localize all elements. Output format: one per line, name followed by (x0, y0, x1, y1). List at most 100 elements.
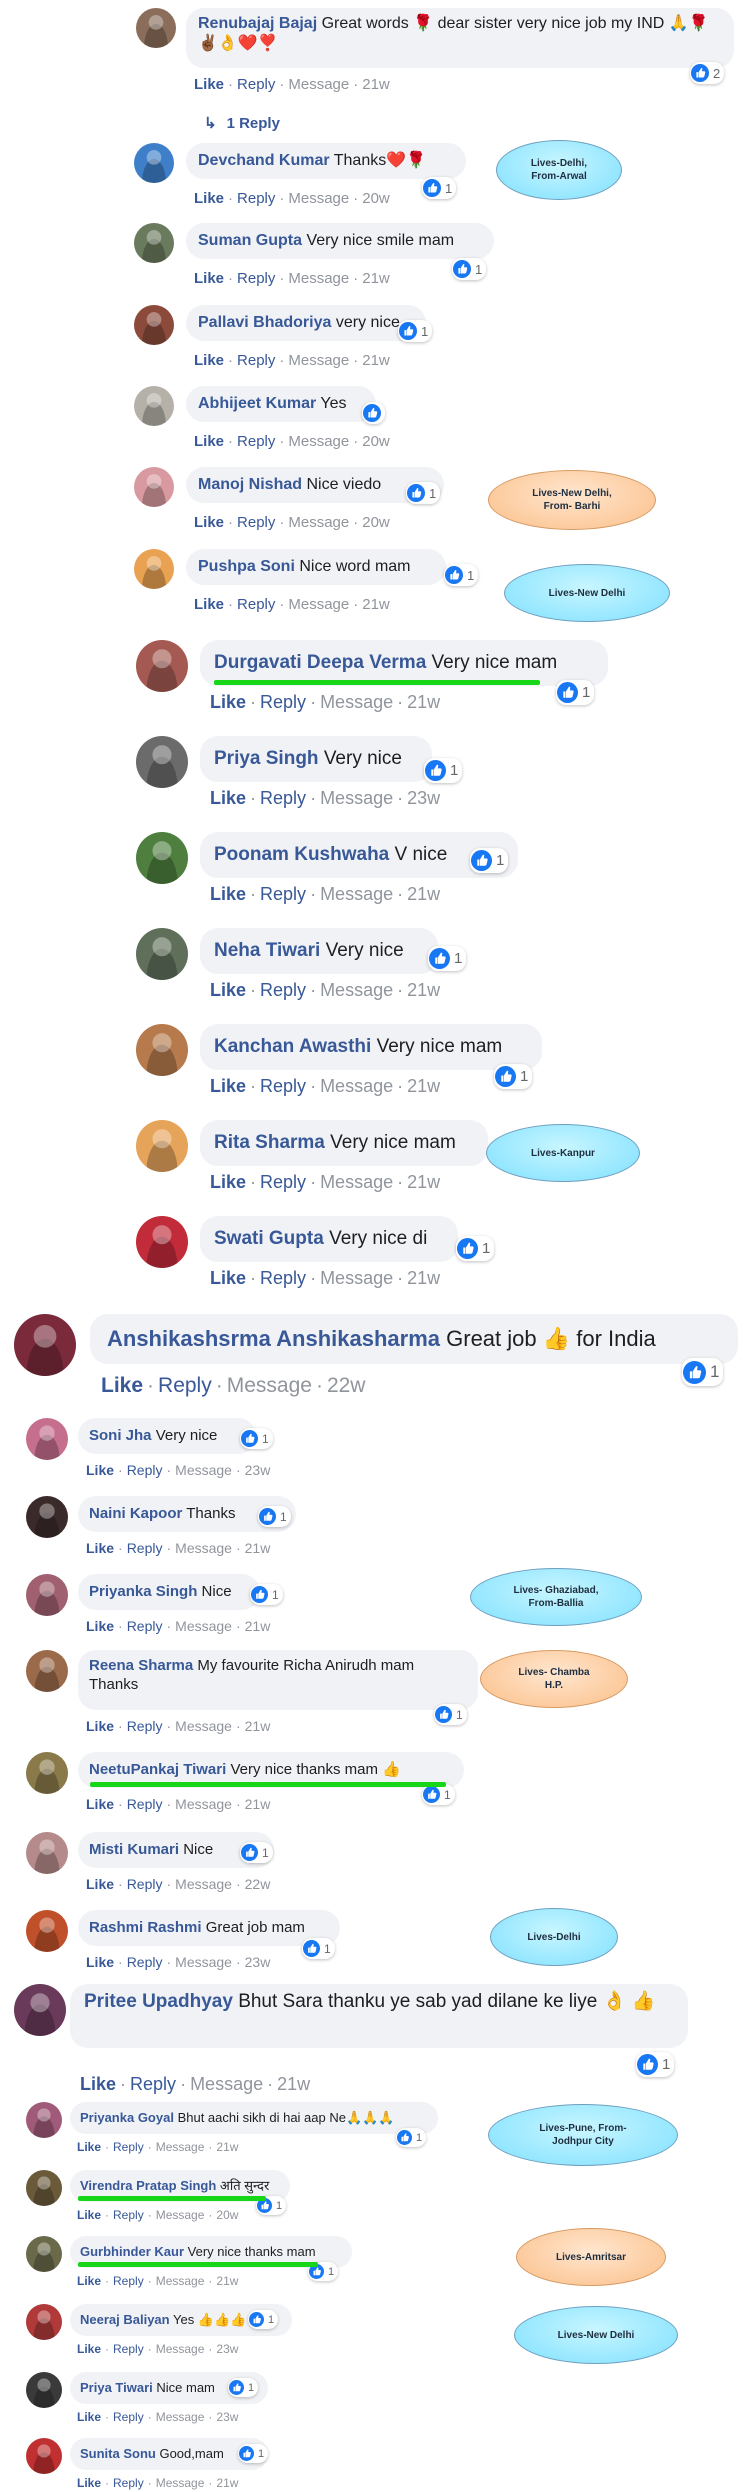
like-link[interactable]: Like (77, 2208, 101, 2222)
commenter-name[interactable]: Poonam Kushwaha (214, 844, 389, 865)
message-link[interactable]: Message (320, 884, 393, 904)
message-link[interactable]: Message (175, 1540, 232, 1556)
commenter-name[interactable]: Priya Tiwari (80, 2380, 153, 2395)
like-link[interactable]: Like (194, 514, 224, 531)
avatar[interactable] (26, 2102, 62, 2138)
reply-link[interactable]: Reply (237, 190, 275, 207)
like-link[interactable]: Like (86, 1718, 114, 1734)
avatar[interactable] (26, 2438, 62, 2474)
commenter-name[interactable]: Rashmi Rashmi (89, 1919, 202, 1936)
like-link[interactable]: Like (194, 190, 224, 207)
reply-link[interactable]: Reply (260, 692, 306, 712)
avatar[interactable] (26, 2304, 62, 2340)
like-link[interactable]: Like (210, 692, 246, 712)
commenter-name[interactable]: Rita Sharma (214, 1132, 325, 1153)
reply-link[interactable]: Reply (127, 1876, 163, 1892)
reaction-count[interactable]: 1 (228, 2378, 259, 2397)
avatar[interactable] (134, 386, 174, 426)
message-link[interactable]: Message (288, 514, 349, 531)
reply-link[interactable]: Reply (237, 433, 275, 450)
reply-link[interactable]: Reply (237, 76, 275, 93)
avatar[interactable] (14, 1984, 66, 2036)
message-link[interactable]: Message (156, 2140, 205, 2154)
message-link[interactable]: Message (320, 980, 393, 1000)
commenter-name[interactable]: Sunita Sonu (80, 2446, 156, 2461)
message-link[interactable]: Message (175, 1462, 232, 1478)
commenter-name[interactable]: Gurbhinder Kaur (80, 2244, 184, 2259)
like-link[interactable]: Like (101, 1374, 143, 1397)
message-link[interactable]: Message (288, 76, 349, 93)
commenter-name[interactable]: Durgavati Deepa Verma (214, 652, 426, 673)
commenter-name[interactable]: Pushpa Soni (198, 558, 295, 575)
commenter-name[interactable]: Manoj Nishad (198, 476, 302, 493)
like-link[interactable]: Like (77, 2342, 101, 2356)
reaction-count[interactable]: 1 (444, 564, 479, 586)
message-link[interactable]: Message (320, 1268, 393, 1288)
reply-link[interactable]: Reply (113, 2342, 144, 2356)
reaction-count[interactable]: 1 (238, 2444, 269, 2463)
reaction-count[interactable]: 1 (422, 177, 457, 199)
avatar[interactable] (134, 223, 174, 263)
like-link[interactable]: Like (194, 352, 224, 369)
reaction-count[interactable]: 1 (636, 2052, 675, 2077)
like-link[interactable]: Like (86, 1462, 114, 1478)
avatar[interactable] (26, 1418, 68, 1460)
avatar[interactable] (26, 1574, 68, 1616)
commenter-name[interactable]: Priyanka Singh (89, 1583, 197, 1600)
reaction-count[interactable]: 1 (396, 2128, 427, 2147)
like-link[interactable]: Like (194, 76, 224, 93)
like-link[interactable]: Like (77, 2410, 101, 2424)
reaction-count[interactable]: 1 (422, 1784, 455, 1805)
reaction-count[interactable]: 1 (434, 1704, 467, 1725)
like-link[interactable]: Like (80, 2074, 116, 2094)
commenter-name[interactable]: NeetuPankaj Tiwari (89, 1761, 226, 1778)
like-link[interactable]: Like (210, 884, 246, 904)
reaction-count[interactable] (362, 402, 385, 424)
avatar[interactable] (26, 1752, 68, 1794)
reply-link[interactable]: Reply (237, 596, 275, 613)
reply-link[interactable]: Reply (260, 1268, 306, 1288)
message-link[interactable]: Message (156, 2342, 205, 2356)
reply-link[interactable]: Reply (113, 2410, 144, 2424)
reaction-count[interactable]: 1 (682, 1358, 724, 1386)
avatar[interactable] (136, 1216, 188, 1268)
commenter-name[interactable]: Neeraj Baliyan (80, 2312, 170, 2327)
reply-link[interactable]: Reply (127, 1540, 163, 1556)
avatar[interactable] (26, 2170, 62, 2206)
message-link[interactable]: Message (175, 1954, 232, 1970)
message-link[interactable]: Message (156, 2208, 205, 2222)
avatar[interactable] (26, 1496, 68, 1538)
reaction-count[interactable]: 1 (452, 258, 487, 280)
commenter-name[interactable]: Suman Gupta (198, 232, 302, 249)
like-link[interactable]: Like (86, 1954, 114, 1970)
like-link[interactable]: Like (210, 1172, 246, 1192)
message-link[interactable]: Message (156, 2274, 205, 2288)
avatar[interactable] (134, 305, 174, 345)
reply-link[interactable]: Reply (260, 1172, 306, 1192)
commenter-name[interactable]: Pallavi Bhadoriya (198, 314, 331, 331)
message-link[interactable]: Message (175, 1618, 232, 1634)
like-link[interactable]: Like (86, 1796, 114, 1812)
reaction-count[interactable]: 1 (248, 2310, 279, 2329)
reply-link[interactable]: Reply (127, 1618, 163, 1634)
like-link[interactable]: Like (210, 980, 246, 1000)
reply-link[interactable]: Reply (127, 1462, 163, 1478)
message-link[interactable]: Message (156, 2410, 205, 2424)
message-link[interactable]: Message (320, 788, 393, 808)
view-replies-link[interactable]: ↳ 1 Reply (204, 114, 280, 132)
message-link[interactable]: Message (288, 190, 349, 207)
reply-link[interactable]: Reply (260, 884, 306, 904)
reply-link[interactable]: Reply (127, 1718, 163, 1734)
reaction-count[interactable]: 1 (428, 946, 467, 971)
message-link[interactable]: Message (320, 1076, 393, 1096)
message-link[interactable]: Message (288, 352, 349, 369)
reply-link[interactable]: Reply (113, 2274, 144, 2288)
avatar[interactable] (26, 1650, 68, 1692)
message-link[interactable]: Message (227, 1374, 312, 1397)
message-link[interactable]: Message (320, 1172, 393, 1192)
message-link[interactable]: Message (156, 2476, 205, 2490)
avatar[interactable] (134, 467, 174, 507)
commenter-name[interactable]: Swati Gupta (214, 1228, 324, 1249)
like-link[interactable]: Like (77, 2140, 101, 2154)
reply-link[interactable]: Reply (237, 270, 275, 287)
